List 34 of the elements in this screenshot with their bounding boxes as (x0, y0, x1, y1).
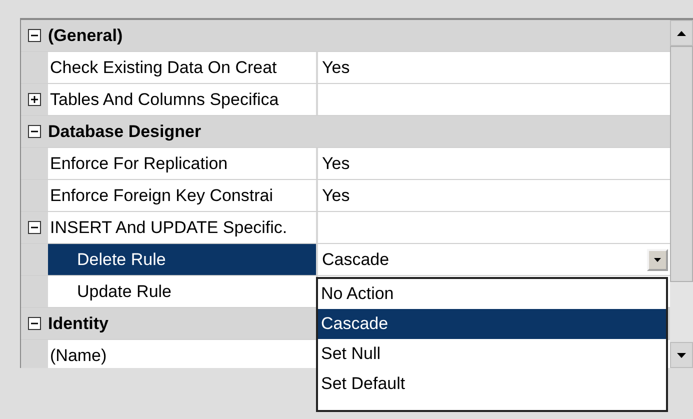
category-heading: Identity (48, 313, 108, 335)
property-name[interactable]: Update Rule (48, 276, 316, 307)
property-name[interactable]: (Name) (48, 340, 316, 368)
value-cell[interactable]: Yes (316, 52, 670, 83)
value-cell[interactable]: Yes (316, 148, 670, 179)
dropdown-option[interactable]: Cascade (318, 309, 666, 339)
property-name[interactable]: Tables And Columns Specifica (48, 84, 316, 115)
category-heading: (General) (48, 25, 123, 47)
property-value: Cascade (321, 249, 390, 271)
collapse-icon[interactable] (28, 125, 41, 138)
category-heading: Database Designer (48, 121, 202, 143)
scroll-down-button[interactable] (670, 342, 693, 368)
expand-icon[interactable] (28, 93, 41, 106)
property-value: Yes (321, 153, 351, 175)
property-name[interactable]: Delete Rule (48, 244, 316, 275)
value-cell[interactable] (316, 84, 670, 115)
property-value: Yes (321, 185, 351, 207)
value-cell[interactable]: Cascade (316, 244, 670, 275)
scrollbar-thumb[interactable] (670, 46, 693, 282)
scroll-up-button[interactable] (670, 20, 693, 46)
property-name[interactable]: Check Existing Data On Creat (48, 52, 316, 83)
property-name[interactable]: Enforce Foreign Key Constrai (48, 180, 316, 211)
down-arrow-icon (677, 352, 686, 358)
property-value: Yes (321, 57, 351, 79)
value-cell[interactable]: Yes (316, 180, 670, 211)
caret-icon (654, 258, 661, 262)
property-name[interactable]: Enforce For Replication (48, 148, 316, 179)
up-arrow-icon (677, 30, 686, 36)
dropdown-button[interactable] (647, 248, 668, 270)
collapse-icon[interactable] (28, 29, 41, 42)
property-name[interactable]: INSERT And UPDATE Specific. (48, 212, 316, 243)
collapse-icon[interactable] (28, 317, 41, 330)
value-cell[interactable] (316, 212, 670, 243)
collapse-icon[interactable] (28, 221, 41, 234)
